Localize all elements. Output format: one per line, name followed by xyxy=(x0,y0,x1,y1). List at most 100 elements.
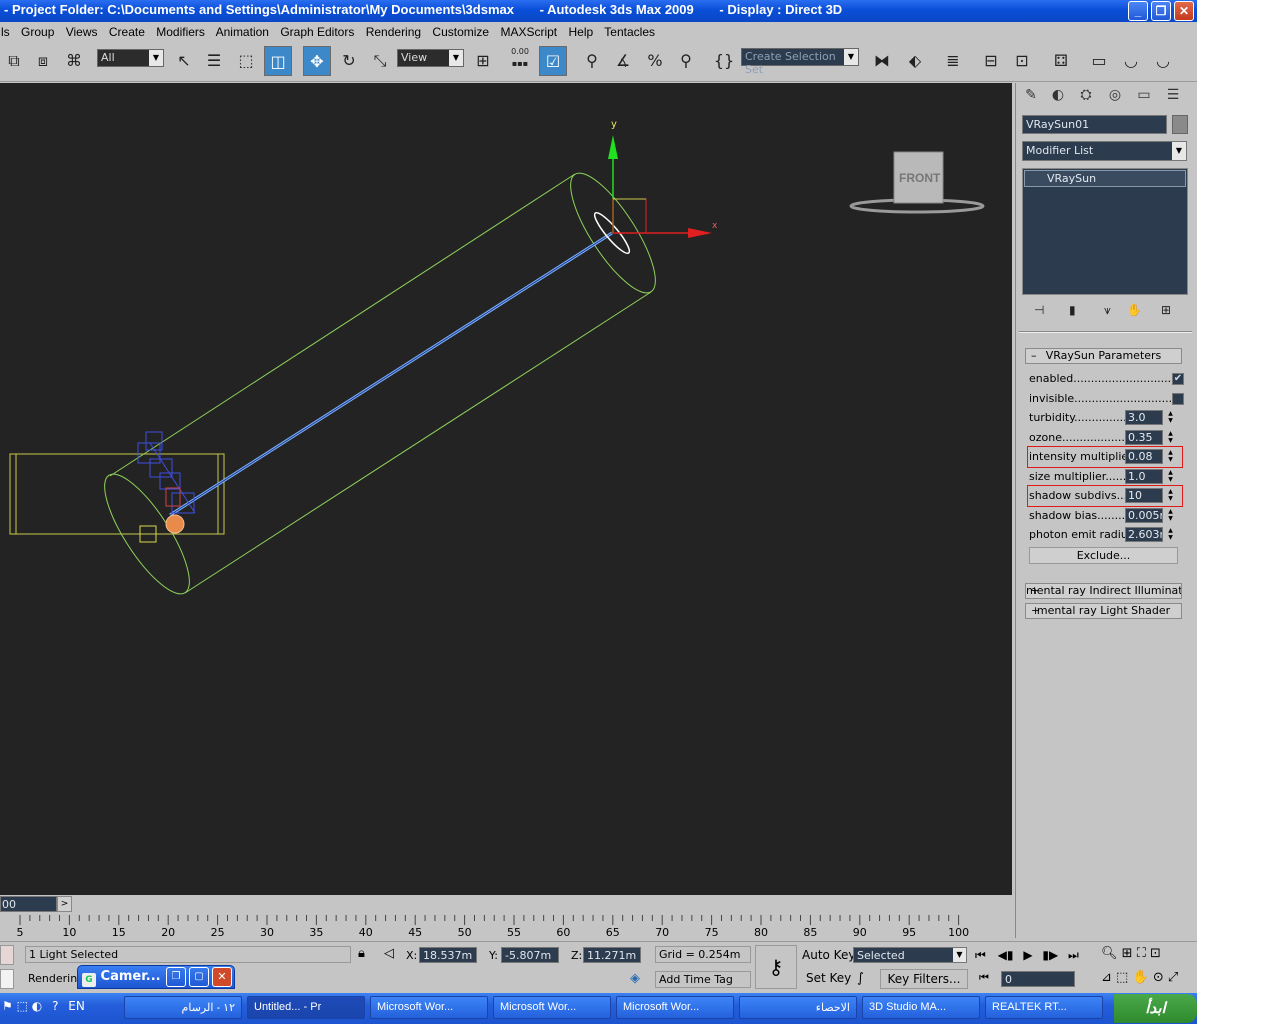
align-icon[interactable]: ⬖ xyxy=(901,46,929,76)
spinner-arrows-icon[interactable]: ▲ ▼ xyxy=(1166,449,1175,464)
menu-item-maxscript[interactable]: MAXScript xyxy=(500,25,557,39)
region-zoom-icon[interactable]: ⬚ xyxy=(1116,970,1128,985)
spinner-arrows-icon[interactable]: ▲ ▼ xyxy=(1166,430,1175,445)
rollout-vraysun-parameters[interactable]: – VRaySun Parameters xyxy=(1025,348,1182,364)
x-coord-field[interactable]: 18.537m xyxy=(419,947,477,963)
rollout-mental-ray-indirect[interactable]: + mental ray Indirect Illumination xyxy=(1025,583,1182,599)
mirror-icon[interactable]: ⧓ xyxy=(868,46,896,76)
absolute-mode-icon[interactable]: ◁ xyxy=(384,946,394,961)
go-to-end-icon[interactable]: ⏭ xyxy=(1068,948,1079,962)
default-tangents-icon[interactable]: ∫ xyxy=(857,971,864,986)
viewport-top[interactable]: y x FRONT xyxy=(0,83,1012,895)
key-mode-toggle-icon[interactable]: ⏮ xyxy=(979,971,989,985)
tray-icon[interactable]: ⚑ xyxy=(2,999,13,1013)
pan-icon[interactable]: ✋ xyxy=(1132,970,1148,985)
spinner-arrows-icon[interactable]: ▲ ▼ xyxy=(1166,527,1175,542)
spinner-arrows-icon[interactable]: ▲ ▼ xyxy=(1166,508,1175,523)
lock-selection-icon[interactable]: 🔒︎ xyxy=(358,946,365,961)
rollout-mental-ray-light-shader[interactable]: + mental ray Light Shader xyxy=(1025,603,1182,619)
curve-editor-icon[interactable]: ⊟ xyxy=(977,46,1005,76)
turbidity-spinner[interactable]: 3.0 xyxy=(1125,410,1163,425)
exclude-button[interactable]: Exclude... xyxy=(1029,547,1178,564)
add-time-tag-button[interactable]: Add Time Tag xyxy=(655,971,751,988)
set-key-button[interactable]: Set Key xyxy=(806,971,851,985)
modifier-stack-item[interactable]: VRaySun xyxy=(1024,170,1186,187)
current-frame-field[interactable]: 0 xyxy=(1001,971,1075,987)
enabled-checkbox[interactable]: ✔ xyxy=(1172,373,1184,385)
taskbar-item-untitled[interactable]: Untitled... - Pr xyxy=(247,996,365,1019)
snaps-toggle-icon[interactable]: ⚲ xyxy=(578,46,606,76)
menu-item-modifiers[interactable]: Modifiers xyxy=(156,25,205,39)
spinner-arrows-icon[interactable]: ▲ ▼ xyxy=(1166,410,1175,425)
sun-cylinder-wireframe[interactable] xyxy=(90,162,669,604)
pin-stack-icon[interactable]: ⊣ xyxy=(1034,303,1044,317)
quick-render-icon[interactable]: ◡ xyxy=(1149,46,1177,76)
create-tab-icon[interactable]: ✎ xyxy=(1019,87,1043,109)
track-bar[interactable]: 5 10 15 20 25 30 35 40 45 50 55 60 65 70 75 80 85 90 95 100 xyxy=(0,915,1012,939)
auto-key-button[interactable]: Auto Key xyxy=(802,948,855,962)
menu-item-views[interactable]: Views xyxy=(66,25,98,39)
field-of-view-icon[interactable]: ⊿ xyxy=(1101,970,1112,985)
set-key-icon[interactable]: ⚷ xyxy=(755,945,797,989)
minimize-button[interactable]: _ xyxy=(1128,1,1148,21)
taskbar-item-realtek[interactable]: REALTEK RT... xyxy=(985,996,1103,1019)
invisible-checkbox[interactable] xyxy=(1172,393,1184,405)
zoom-extents-all-icon[interactable]: ⊡ xyxy=(1150,946,1161,961)
previous-frame-icon[interactable]: ◀▮ xyxy=(998,948,1014,962)
spinner-snap-toggle-icon[interactable]: ⚲ xyxy=(672,46,700,76)
maximize-button[interactable]: ▢ xyxy=(189,967,209,987)
display-tab-icon[interactable]: ▭ xyxy=(1132,87,1156,109)
maxscript-mini-listener-icon[interactable] xyxy=(0,969,14,989)
taskbar-item-word-1[interactable]: Microsoft Wor... xyxy=(370,996,488,1019)
menu-item-animation[interactable]: Animation xyxy=(216,25,269,39)
configure-sets-icon[interactable]: ⊞ xyxy=(1161,303,1171,317)
menu-item-graph-editors[interactable]: Graph Editors xyxy=(280,25,354,39)
zoom-extents-icon[interactable]: ⛶ xyxy=(1137,946,1146,961)
edit-named-selection-icon[interactable]: {} xyxy=(710,46,738,76)
start-button[interactable]: ابدأ xyxy=(1114,994,1197,1023)
restore-button[interactable]: ❐ xyxy=(1151,1,1171,21)
show-end-result-icon[interactable]: ▮ xyxy=(1069,303,1076,317)
target-box[interactable] xyxy=(9,453,225,535)
shadow-bias-spinner[interactable]: 0.005m xyxy=(1125,508,1163,523)
select-object-icon[interactable]: ↖ xyxy=(170,46,198,76)
photon-emit-radius-spinner[interactable]: 2.603m xyxy=(1125,527,1163,542)
menu-item-group[interactable]: Group xyxy=(21,25,54,39)
close-button[interactable]: ✕ xyxy=(1174,1,1194,21)
pivot-center-icon[interactable]: ⊞ xyxy=(469,46,497,76)
render-setup-icon[interactable]: ▭ xyxy=(1085,46,1113,76)
select-by-name-icon[interactable]: ☰ xyxy=(200,46,228,76)
select-rotate-icon[interactable]: ↻ xyxy=(335,46,363,76)
next-frame-icon[interactable]: ▮▶ xyxy=(1042,948,1058,962)
named-selection-set-input[interactable]: Create Selection Set ▼ xyxy=(741,48,859,76)
spinner-snap-icon[interactable]: 0.00 ▪▪▪ xyxy=(506,46,534,76)
remove-modifier-icon[interactable]: ✋ xyxy=(1127,303,1142,317)
selection-region-icon[interactable]: ⬚ xyxy=(232,46,260,76)
ozone-spinner[interactable]: 0.35 xyxy=(1125,430,1163,445)
z-coord-field[interactable]: 11.271m xyxy=(583,947,641,963)
bind-space-warp-icon[interactable]: ⌘ xyxy=(60,46,88,76)
menu-item-tools[interactable]: ls xyxy=(1,25,10,39)
motion-tab-icon[interactable]: ◎ xyxy=(1103,87,1127,109)
next-frame-arrow-icon[interactable]: > xyxy=(57,896,72,912)
utilities-tab-icon[interactable]: ☰ xyxy=(1161,87,1185,109)
reference-coord-dropdown[interactable]: View ▼ xyxy=(397,49,464,67)
help-icon[interactable]: ? xyxy=(52,999,58,1013)
make-unique-icon[interactable]: ⩛ xyxy=(1104,303,1111,318)
unlink-icon[interactable]: ⧈ xyxy=(29,46,57,76)
maximize-viewport-icon[interactable]: ⤢ xyxy=(1168,970,1178,985)
key-filters-button[interactable]: Key Filters... xyxy=(880,969,968,989)
angle-snap-icon[interactable]: ∡ xyxy=(609,46,637,76)
menu-item-create[interactable]: Create xyxy=(109,25,145,39)
taskbar-item-word-3[interactable]: Microsoft Wor... xyxy=(616,996,734,1019)
modify-tab-icon[interactable]: ◐ xyxy=(1046,87,1070,109)
close-button[interactable]: ✕ xyxy=(212,967,232,987)
material-editor-icon[interactable]: ⚃ xyxy=(1047,46,1075,76)
object-name-field[interactable]: VRaySun01 xyxy=(1022,115,1167,134)
go-to-start-icon[interactable]: ⏮ xyxy=(975,948,986,962)
zoom-icon[interactable]: 🔍︎ xyxy=(1101,946,1118,961)
key-mode-dropdown[interactable]: Selected ▼ xyxy=(853,947,967,963)
percent-snap-icon[interactable]: % xyxy=(641,46,669,76)
rendered-frame-icon[interactable]: ◡ xyxy=(1117,46,1145,76)
menu-item-tentacles[interactable]: Tentacles xyxy=(604,25,655,39)
